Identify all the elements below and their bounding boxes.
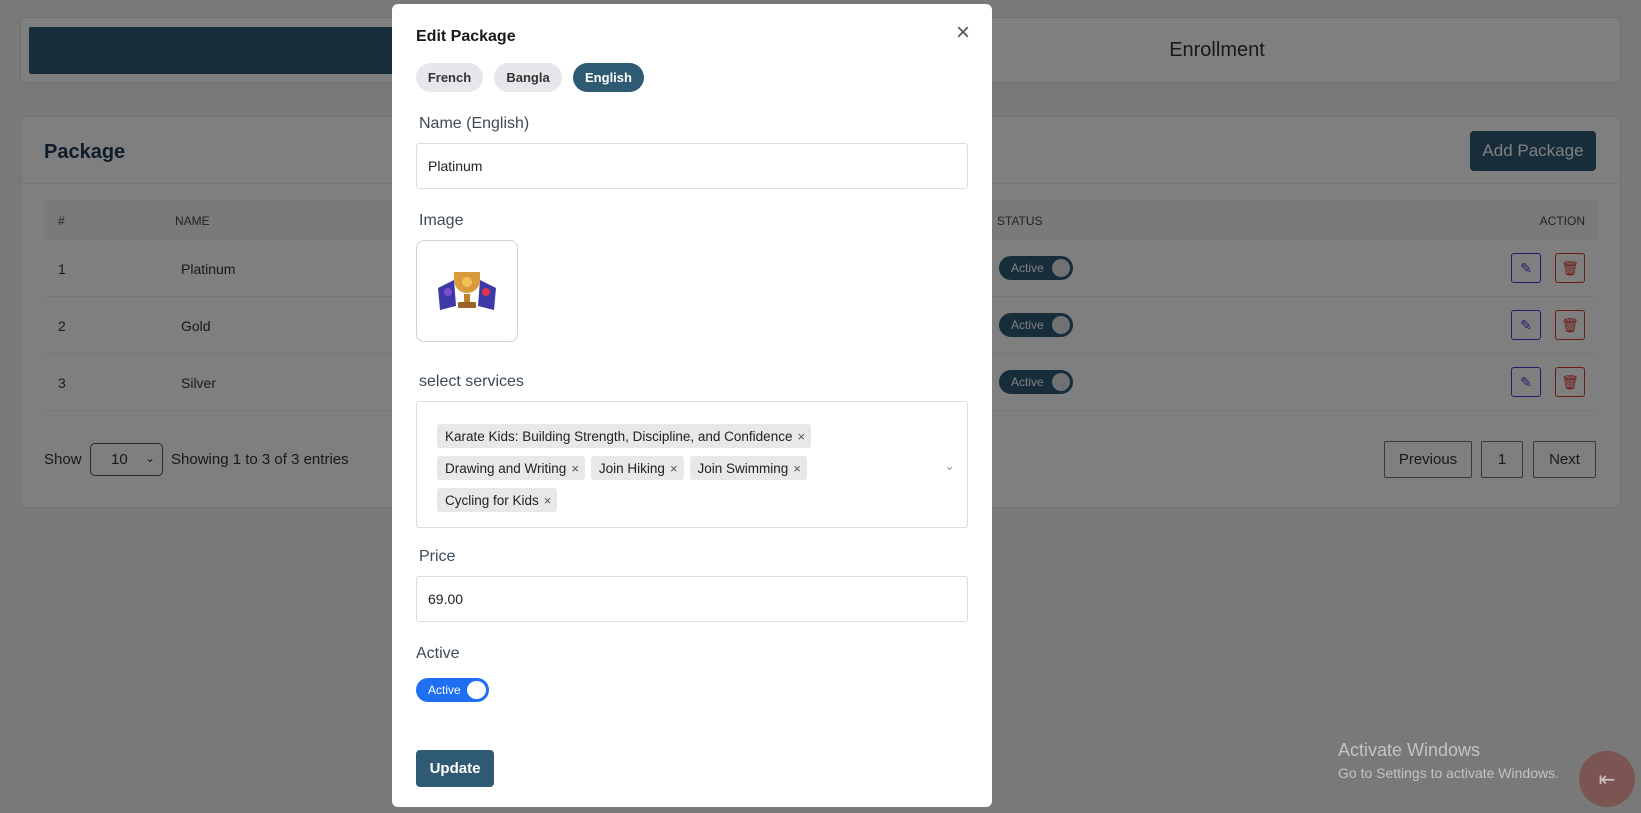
- service-chip: Join Swimming ×: [689, 456, 807, 480]
- logout-button[interactable]: ⇤: [1579, 751, 1635, 807]
- watermark-subtitle: Go to Settings to activate Windows.: [1338, 765, 1559, 781]
- active-label: Active: [416, 645, 460, 662]
- service-chip: Cycling for Kids ×: [437, 488, 558, 512]
- remove-chip-icon[interactable]: ×: [544, 493, 552, 508]
- remove-chip-icon[interactable]: ×: [793, 461, 801, 476]
- chip-label: Join Hiking: [598, 460, 665, 476]
- chip-label: Drawing and Writing: [445, 460, 567, 476]
- modal-title: Edit Package: [416, 28, 516, 45]
- price-label: Price: [419, 548, 456, 565]
- logout-icon: ⇤: [1598, 768, 1616, 791]
- chip-label: Join Swimming: [697, 460, 789, 476]
- remove-chip-icon[interactable]: ×: [571, 461, 579, 476]
- service-chip: Karate Kids: Building Strength, Discipli…: [437, 424, 812, 448]
- price-input[interactable]: 69.00: [416, 576, 968, 622]
- image-label: Image: [419, 212, 464, 229]
- remove-chip-icon[interactable]: ×: [797, 429, 805, 444]
- chevron-down-icon: ⌄: [944, 458, 955, 473]
- active-toggle[interactable]: Active: [416, 678, 489, 702]
- toggle-knob: [467, 681, 486, 699]
- close-icon[interactable]: ×: [952, 21, 974, 45]
- windows-watermark: Activate Windows Go to Settings to activ…: [1338, 740, 1559, 781]
- lang-tab-french[interactable]: French: [416, 63, 483, 92]
- chip-label: Cycling for Kids: [445, 492, 539, 508]
- watermark-title: Activate Windows: [1338, 740, 1481, 760]
- edit-package-modal: Edit Package × French Bangla English Nam…: [392, 4, 992, 807]
- update-button[interactable]: Update: [416, 750, 494, 787]
- services-label: select services: [419, 373, 524, 390]
- chip-label: Karate Kids: Building Strength, Discipli…: [445, 428, 793, 444]
- active-toggle-label: Active: [428, 683, 461, 697]
- lang-tab-english[interactable]: English: [573, 63, 644, 92]
- service-chip: Join Hiking ×: [590, 456, 684, 480]
- service-chip: Drawing and Writing ×: [437, 456, 585, 480]
- name-input[interactable]: Platinum: [416, 143, 968, 189]
- image-upload[interactable]: [416, 240, 518, 342]
- name-label: Name (English): [419, 115, 530, 132]
- remove-chip-icon[interactable]: ×: [670, 461, 678, 476]
- services-select[interactable]: Karate Kids: Building Strength, Discipli…: [416, 401, 968, 528]
- trophy-image: [438, 272, 496, 310]
- lang-tab-bangla[interactable]: Bangla: [494, 63, 562, 92]
